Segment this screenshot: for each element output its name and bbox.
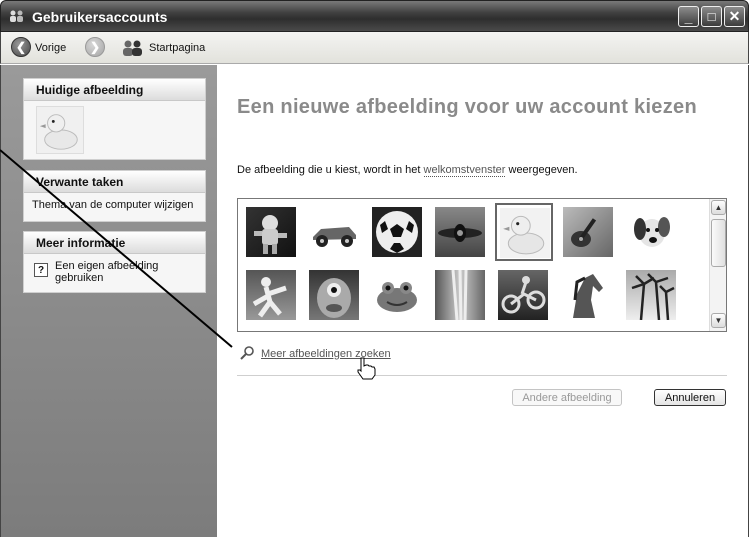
navigation-toolbar: ❮ Vorige ❯ Startpagina: [0, 32, 749, 64]
picture-race-car[interactable]: [309, 207, 359, 257]
horse-icon: [573, 274, 603, 318]
picture-waterfall[interactable]: [435, 270, 485, 320]
picture-frog[interactable]: [372, 270, 422, 320]
forward-button[interactable]: ❯: [85, 37, 105, 57]
window-title: Gebruikersaccounts: [32, 9, 168, 25]
arrow-right-icon: ❯: [89, 40, 101, 54]
change-picture-button[interactable]: Andere afbeelding: [512, 389, 622, 406]
rubber-duck-icon: [39, 114, 78, 150]
picture-guitar[interactable]: [563, 207, 613, 257]
home-label[interactable]: Startpagina: [149, 42, 205, 54]
help-icon: ?: [34, 263, 48, 277]
guitar-icon: [571, 218, 597, 247]
back-label[interactable]: Vorige: [35, 42, 66, 54]
maximize-button[interactable]: □: [701, 6, 722, 27]
close-button[interactable]: ✕: [724, 6, 745, 27]
more-info-panel: Meer informatie ? Een eigen afbeelding g…: [23, 231, 206, 293]
soccer-ball-icon: [376, 211, 418, 253]
fish-icon: [317, 278, 351, 318]
picture-rubber-duck-selected[interactable]: [495, 203, 553, 261]
title-bar: Gebruikersaccounts _ □ ✕: [0, 0, 749, 32]
page-title: Een nieuwe afbeelding voor uw account ki…: [237, 96, 697, 118]
scroll-thumb[interactable]: [711, 219, 726, 267]
rubber-duck-icon: [503, 215, 545, 255]
welcome-screen-link[interactable]: welkomstvenster: [423, 164, 506, 177]
picture-airplane[interactable]: [435, 207, 485, 257]
minimize-button[interactable]: _: [678, 6, 699, 27]
cancel-button[interactable]: Annuleren: [654, 389, 726, 406]
picture-list-scrollbar[interactable]: ▲ ▼: [709, 199, 726, 331]
related-tasks-panel: Verwante taken Thema van de computer wij…: [23, 170, 206, 222]
picture-horse[interactable]: [563, 270, 613, 320]
current-picture-header: Huidige afbeelding: [24, 79, 205, 101]
current-picture-panel: Huidige afbeelding: [23, 78, 206, 160]
related-tasks-header: Verwante taken: [24, 171, 205, 193]
airplane-icon: [438, 224, 482, 242]
more-pictures-link[interactable]: Meer afbeeldingen zoeken: [261, 348, 391, 360]
picture-list: ▲ ▼: [237, 198, 727, 332]
own-picture-link[interactable]: Een eigen afbeelding gebruiken: [55, 260, 175, 284]
arrow-left-icon: ❮: [15, 40, 27, 54]
scroll-down-button[interactable]: ▼: [711, 313, 726, 328]
motorbike-icon: [501, 276, 546, 314]
karate-icon: [252, 277, 287, 318]
picture-fish[interactable]: [309, 270, 359, 320]
race-car-icon: [313, 227, 356, 247]
waterfall-icon: [451, 270, 468, 320]
home-users-icon[interactable]: [121, 39, 145, 57]
picture-soccer-ball[interactable]: [372, 207, 422, 257]
users-icon: [10, 10, 23, 22]
picture-astronaut[interactable]: [246, 207, 296, 257]
description: De afbeelding die u kiest, wordt in het …: [237, 164, 578, 177]
scroll-up-button[interactable]: ▲: [711, 200, 726, 215]
more-info-header: Meer informatie: [24, 232, 205, 254]
current-picture-image: [36, 106, 84, 154]
picture-dog[interactable]: [626, 207, 676, 257]
palm-trees-icon: [631, 273, 675, 320]
back-button[interactable]: ❮: [11, 37, 31, 57]
picture-motorbike[interactable]: [498, 270, 548, 320]
frog-icon: [377, 282, 417, 312]
astronaut-icon: [254, 215, 287, 254]
separator: [237, 375, 727, 376]
dog-icon: [634, 217, 670, 247]
task-pane: Huidige afbeelding Verwante taken Thema …: [0, 65, 217, 537]
picture-palm-trees[interactable]: [626, 270, 676, 320]
change-theme-link[interactable]: Thema van de computer wijzigen: [24, 193, 205, 217]
main-content: Een nieuwe afbeelding voor uw account ki…: [217, 65, 749, 537]
magnifier-icon: [240, 346, 254, 360]
picture-karate[interactable]: [246, 270, 296, 320]
